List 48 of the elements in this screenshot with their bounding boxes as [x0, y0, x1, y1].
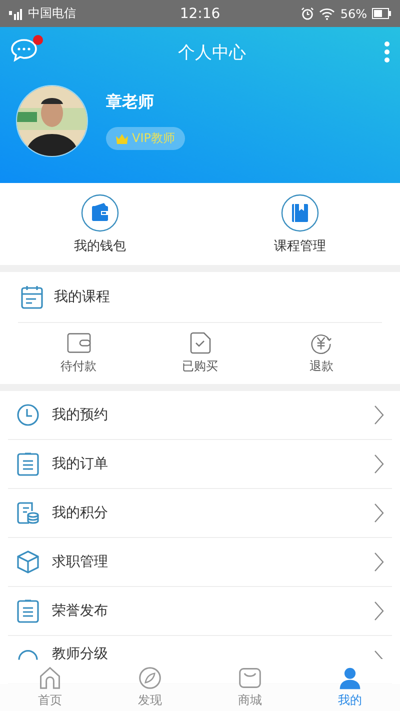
- yuan-refund-icon: [309, 332, 334, 354]
- battery-icon: [372, 8, 392, 19]
- menu-item[interactable]: 我的预约: [52, 406, 362, 424]
- chevron-icon: [374, 601, 384, 621]
- time: 12:16: [180, 6, 220, 22]
- arc-icon: [18, 650, 38, 660]
- nav-tab[interactable]: 我的: [300, 664, 400, 711]
- bag-icon: [238, 666, 262, 690]
- chevron-icon: [374, 503, 384, 523]
- clipboard-icon: [16, 452, 40, 476]
- battery-level: 56%: [340, 6, 368, 20]
- wifi-icon: [319, 8, 336, 20]
- teacher-name: 章老师: [106, 92, 155, 113]
- coins-icon: [16, 501, 40, 525]
- home-icon: [38, 666, 62, 690]
- shortcut-label[interactable]: 我的钱包: [74, 236, 126, 254]
- menu-item[interactable]: 求职管理: [52, 553, 362, 571]
- more-icon[interactable]: [384, 41, 390, 63]
- carrier: 中国电信: [28, 5, 76, 22]
- cube-icon: [16, 550, 40, 574]
- chevron-icon: [374, 454, 384, 474]
- chevron-icon: [374, 552, 384, 572]
- shortcut-label[interactable]: 课程管理: [274, 236, 326, 254]
- menu-item[interactable]: 教师分级: [52, 646, 108, 663]
- chevron-icon: [374, 405, 384, 425]
- menu-item[interactable]: 荣誉发布: [52, 602, 362, 620]
- page-title: 个人中心: [177, 42, 247, 64]
- chevron-icon: [374, 650, 384, 659]
- book-icon[interactable]: [281, 194, 319, 232]
- nav-tab[interactable]: 商城: [200, 664, 300, 711]
- crown-icon: [116, 134, 128, 144]
- clock-icon: [16, 403, 40, 427]
- section-title[interactable]: 我的课程: [54, 288, 110, 306]
- alarm-icon: [301, 7, 314, 20]
- compass-icon: [138, 666, 162, 690]
- order-status-label[interactable]: 待付款: [60, 358, 97, 375]
- checkbox-icon: [188, 332, 212, 354]
- calendar-icon: [20, 285, 44, 309]
- order-status-label[interactable]: 退款: [309, 358, 334, 375]
- person-icon: [338, 666, 362, 690]
- signal-icon: [8, 8, 24, 20]
- menu-item[interactable]: 我的订单: [52, 455, 362, 473]
- menu-item[interactable]: 我的积分: [52, 504, 362, 522]
- wallet-icon: [66, 332, 91, 354]
- order-status-label[interactable]: 已购买: [182, 358, 218, 375]
- clipboard-icon: [16, 599, 40, 623]
- wallet-icon[interactable]: [81, 194, 119, 232]
- vip-badge: VIP教师: [106, 127, 185, 150]
